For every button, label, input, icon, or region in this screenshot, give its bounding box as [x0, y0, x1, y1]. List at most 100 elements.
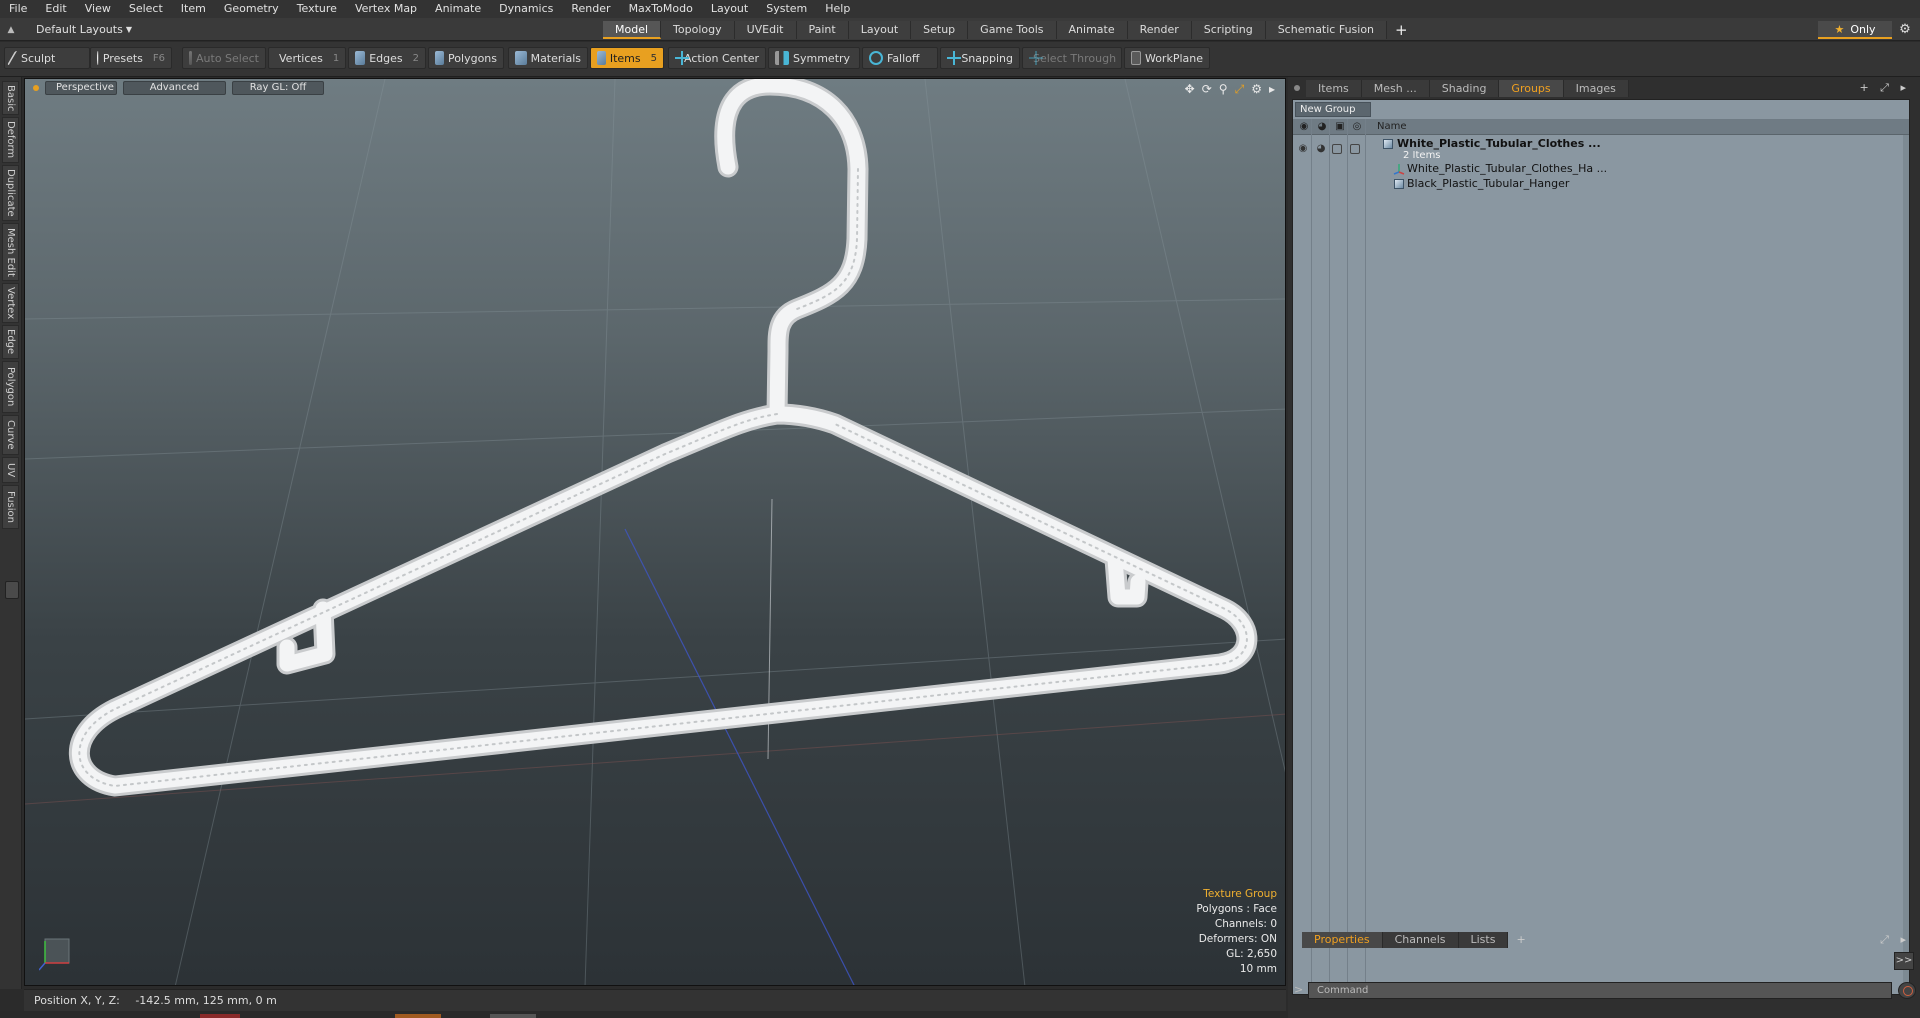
snapping-button[interactable]: Snapping [940, 47, 1020, 69]
menu-view[interactable]: View [76, 0, 120, 18]
tab-paint[interactable]: Paint [796, 21, 849, 39]
tab-scripting[interactable]: Scripting [1191, 21, 1266, 39]
polygons-button[interactable]: Polygons [428, 47, 504, 69]
view-mode-button[interactable]: Perspective [45, 81, 117, 95]
menu-edit[interactable]: Edit [36, 0, 75, 18]
tab-game-tools[interactable]: Game Tools [968, 21, 1057, 39]
tab-uv[interactable]: UV [2, 457, 19, 483]
panel-toggle-button[interactable] [5, 581, 19, 599]
scrollbar[interactable] [1903, 135, 1909, 994]
add-tab-button[interactable]: + [1508, 933, 1533, 946]
tab-duplicate[interactable]: Duplicate [2, 165, 19, 221]
gear-icon[interactable]: ⚙ [1894, 21, 1916, 39]
tab-basic[interactable]: Basic [2, 81, 19, 115]
tab-mesh[interactable]: Mesh ... [1361, 79, 1430, 97]
menu-maxtomodo[interactable]: MaxToModo [620, 0, 702, 18]
tab-schematic-fusion[interactable]: Schematic Fusion [1265, 21, 1388, 39]
tab-model[interactable]: Model [603, 21, 662, 39]
tab-layout[interactable]: Layout [848, 21, 912, 39]
tab-vertex[interactable]: Vertex [2, 283, 19, 323]
menu-texture[interactable]: Texture [288, 0, 346, 18]
visibility-eye-icon[interactable]: ◉ [1297, 143, 1309, 155]
tab-channels[interactable]: Channels [1382, 931, 1459, 948]
menu-vertex-map[interactable]: Vertex Map [346, 0, 426, 18]
child-item-name[interactable]: Black_Plastic_Tubular_Hanger [1407, 177, 1907, 190]
fit-view-icon[interactable]: ⤢ [1235, 82, 1245, 97]
tab-edge[interactable]: Edge [2, 325, 19, 359]
edges-button[interactable]: Edges 2 [348, 47, 426, 69]
presets-button[interactable]: Presets F6 [90, 47, 172, 69]
panel-options-icon[interactable]: + ⤢ ▸ [1859, 81, 1920, 95]
tab-groups[interactable]: Groups [1499, 79, 1564, 97]
only-button[interactable]: ★ Only [1818, 21, 1892, 39]
group-row[interactable]: ◉ ◕ White_Plastic_Tubular_Clothes ... 2 … [1293, 136, 1909, 162]
tab-topology[interactable]: Topology [661, 21, 735, 39]
expand-arrow-icon[interactable]: ▸ [1269, 82, 1275, 97]
vertices-button[interactable]: Vertices 1 [268, 47, 346, 69]
panel-options-icon[interactable]: ⤢ ▸ [1880, 933, 1918, 947]
sculpt-button[interactable]: Sculpt [4, 47, 90, 69]
menu-geometry[interactable]: Geometry [215, 0, 288, 18]
visibility-header-icon[interactable]: ◉ [1297, 120, 1311, 134]
lock-header-icon[interactable]: ▣ [1333, 120, 1347, 134]
tab-lists[interactable]: Lists [1458, 931, 1509, 948]
tab-polygon[interactable]: Polygon [2, 361, 19, 413]
advanced-button[interactable]: Advanced [123, 81, 226, 95]
tab-render[interactable]: Render [1127, 21, 1192, 39]
render-header-icon[interactable]: ◕ [1315, 120, 1329, 134]
name-column-header[interactable]: Name [1377, 120, 1407, 134]
layout-selector[interactable]: ▲ Default Layouts ▼ [4, 21, 132, 38]
tab-properties[interactable]: Properties [1302, 931, 1383, 948]
move-view-icon[interactable]: ✥ [1185, 82, 1195, 97]
menu-file[interactable]: File [0, 0, 36, 18]
auto-select-button[interactable]: Auto Select [182, 47, 266, 69]
symmetry-button[interactable]: Symmetry [768, 47, 860, 69]
menu-select[interactable]: Select [120, 0, 172, 18]
tab-fusion[interactable]: Fusion [2, 485, 19, 529]
menu-dynamics[interactable]: Dynamics [490, 0, 562, 18]
list-item[interactable]: Black_Plastic_Tubular_Hanger [1293, 177, 1909, 192]
command-input[interactable] [1308, 982, 1892, 999]
tab-shading[interactable]: Shading [1429, 79, 1500, 97]
tab-animate[interactable]: Animate [1056, 21, 1128, 39]
action-center-button[interactable]: Action Center [668, 47, 766, 69]
tab-images[interactable]: Images [1563, 79, 1629, 97]
zoom-view-icon[interactable]: ⚲ [1219, 82, 1228, 97]
list-item[interactable]: White_Plastic_Tubular_Clothes_Ha ... [1293, 162, 1909, 177]
menu-layout[interactable]: Layout [702, 0, 757, 18]
tab-uvedit[interactable]: UVEdit [734, 21, 797, 39]
rotate-view-icon[interactable]: ⟳ [1202, 82, 1212, 97]
viewport-settings-icon[interactable]: ⚙ [1251, 82, 1262, 97]
items-button[interactable]: Items 5 [590, 47, 664, 69]
3d-viewport[interactable]: Perspective Advanced Ray GL: Off ✥ ⟳ ⚲ ⤢… [24, 78, 1286, 986]
workplane-button[interactable]: WorkPlane [1124, 47, 1210, 69]
menu-animate[interactable]: Animate [426, 0, 490, 18]
add-tab-button[interactable]: + [1387, 21, 1416, 39]
menu-help[interactable]: Help [816, 0, 859, 18]
select-through-button[interactable]: Select Through [1022, 47, 1122, 69]
lock-checkbox[interactable] [1332, 144, 1342, 154]
child-item-name[interactable]: White_Plastic_Tubular_Clothes_Ha ... [1407, 162, 1907, 175]
tab-curve[interactable]: Curve [2, 415, 19, 455]
materials-button[interactable]: Materials [508, 47, 588, 69]
menu-system[interactable]: System [757, 0, 816, 18]
collapse-up-icon[interactable]: ▲ [4, 25, 18, 35]
hanger-model[interactable] [68, 79, 1258, 797]
tab-deform[interactable]: Deform [2, 117, 19, 163]
select-header-icon[interactable]: ◎ [1350, 120, 1364, 134]
new-group-button[interactable]: New Group [1295, 102, 1371, 117]
group-name[interactable]: White_Plastic_Tubular_Clothes ... [1397, 137, 1907, 150]
menu-render[interactable]: Render [562, 0, 619, 18]
falloff-button[interactable]: Falloff [862, 47, 938, 69]
tab-mesh-edit[interactable]: Mesh Edit [2, 223, 19, 281]
raygl-button[interactable]: Ray GL: Off [232, 81, 324, 95]
menu-item[interactable]: Item [172, 0, 215, 18]
record-icon[interactable] [1898, 982, 1916, 999]
scene-canvas[interactable] [25, 79, 1286, 986]
panel-menu-icon[interactable] [1294, 85, 1300, 91]
viewport-menu-icon[interactable] [33, 85, 39, 91]
select-checkbox[interactable] [1350, 144, 1360, 154]
tab-items[interactable]: Items [1306, 79, 1362, 97]
tab-setup[interactable]: Setup [911, 21, 969, 39]
render-toggle-icon[interactable]: ◕ [1315, 143, 1327, 155]
